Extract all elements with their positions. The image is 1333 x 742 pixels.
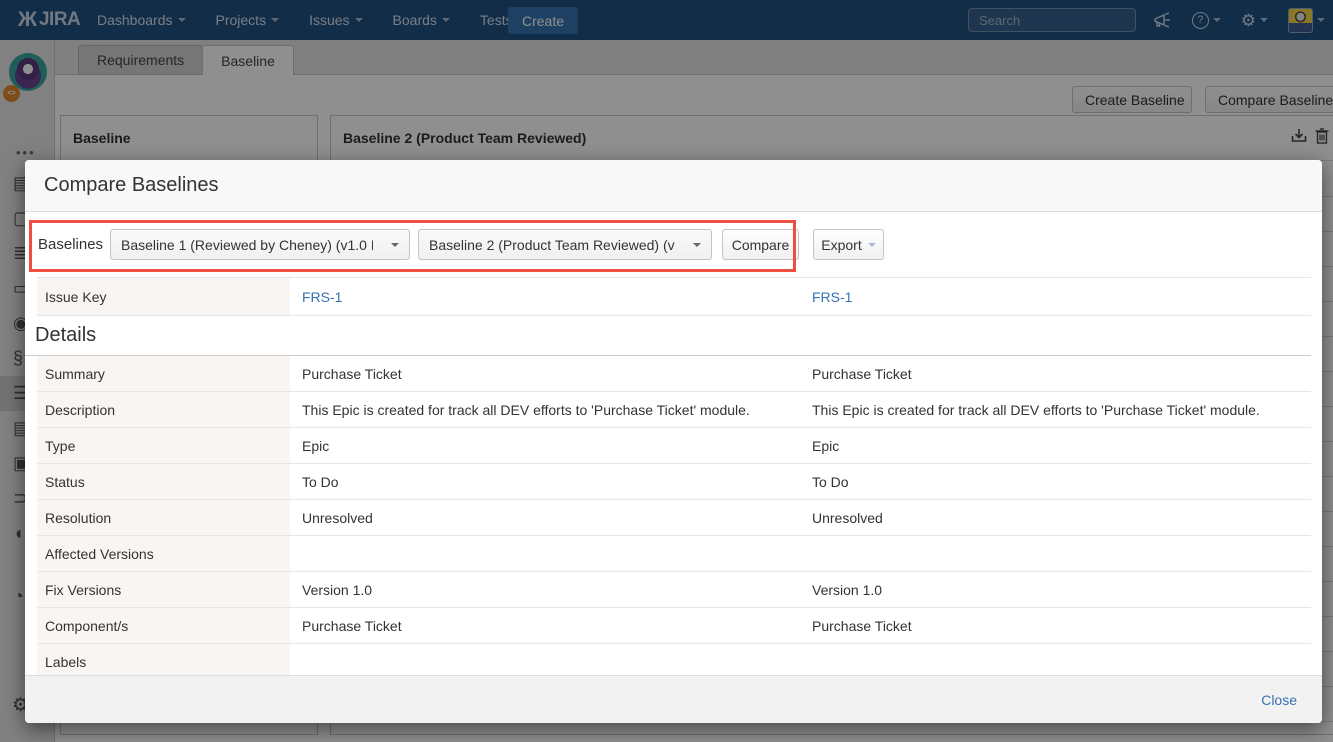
compare-button[interactable]: Compare: [722, 229, 799, 260]
row-value-baseline-1: [290, 536, 800, 571]
comparison-table: Issue Key FRS-1 FRS-1 Details Summary Pu…: [37, 277, 1311, 680]
row-value-baseline-1: Epic: [290, 428, 800, 463]
row-value-baseline-2: Purchase Ticket: [800, 356, 1311, 391]
baseline-1-select[interactable]: Baseline 1 (Reviewed by Cheney) (v1.0 I: [110, 229, 410, 260]
row-label: Component/s: [37, 608, 290, 643]
row-label: Status: [37, 464, 290, 499]
row-value-baseline-2: This Epic is created for track all DEV e…: [800, 392, 1311, 427]
table-row: Type Epic Epic: [37, 428, 1311, 464]
baselines-form-row: Baselines Baseline 1 (Reviewed by Cheney…: [25, 212, 1322, 277]
table-row: Summary Purchase Ticket Purchase Ticket: [37, 356, 1311, 392]
jira-window: Ж JIRA Dashboards Projects Issues: [0, 0, 1333, 742]
dialog-footer: Close: [25, 675, 1322, 723]
export-button-label: Export: [821, 237, 861, 253]
row-value-baseline-2: Epic: [800, 428, 1311, 463]
row-label: Issue Key: [37, 278, 290, 315]
table-row: Affected Versions: [37, 536, 1311, 572]
row-label: Fix Versions: [37, 572, 290, 607]
table-row: Component/s Purchase Ticket Purchase Tic…: [37, 608, 1311, 644]
row-value-baseline-1: Version 1.0: [290, 572, 800, 607]
row-value-baseline-2: Unresolved: [800, 500, 1311, 535]
chevron-down-icon: [391, 243, 399, 247]
row-value-baseline-1: Purchase Ticket: [290, 608, 800, 643]
row-value-baseline-2: [800, 536, 1311, 571]
table-row: Fix Versions Version 1.0 Version 1.0: [37, 572, 1311, 608]
row-value-baseline-2: Version 1.0: [800, 572, 1311, 607]
row-label: Resolution: [37, 500, 290, 535]
chevron-down-icon: [868, 243, 876, 247]
baseline-2-select[interactable]: Baseline 2 (Product Team Reviewed) (v1: [418, 229, 712, 260]
row-label: Labels: [37, 644, 290, 679]
issue-key-link[interactable]: FRS-1: [812, 289, 852, 305]
baseline-1-selected-value: Baseline 1 (Reviewed by Cheney) (v1.0 I: [121, 237, 373, 253]
row-value-baseline-1: To Do: [290, 464, 800, 499]
table-row: Description This Epic is created for tra…: [37, 392, 1311, 428]
dialog-header: Compare Baselines: [25, 160, 1322, 212]
row-value-baseline-2: Purchase Ticket: [800, 608, 1311, 643]
row-value-baseline-2: To Do: [800, 464, 1311, 499]
row-value-baseline-2: [800, 644, 1311, 679]
chevron-down-icon: [693, 243, 701, 247]
table-row: Status To Do To Do: [37, 464, 1311, 500]
row-label: Affected Versions: [37, 536, 290, 571]
compare-baselines-dialog: Compare Baselines Baselines Baseline 1 (…: [25, 160, 1322, 723]
row-label: Description: [37, 392, 290, 427]
row-value-baseline-1: [290, 644, 800, 679]
table-row-issue-key: Issue Key FRS-1 FRS-1: [37, 277, 1311, 316]
row-value-baseline-1: Purchase Ticket: [290, 356, 800, 391]
export-button[interactable]: Export: [813, 229, 884, 260]
baseline-2-selected-value: Baseline 2 (Product Team Reviewed) (v1: [429, 237, 675, 253]
details-section-title: Details: [25, 316, 1311, 356]
row-label: Summary: [37, 356, 290, 391]
baselines-label: Baselines: [38, 229, 103, 260]
close-link[interactable]: Close: [1261, 692, 1297, 708]
table-row: Resolution Unresolved Unresolved: [37, 500, 1311, 536]
dialog-title: Compare Baselines: [44, 174, 219, 197]
row-value-baseline-1: Unresolved: [290, 500, 800, 535]
issue-key-link[interactable]: FRS-1: [302, 289, 342, 305]
row-value-baseline-1: This Epic is created for track all DEV e…: [290, 392, 800, 427]
row-label: Type: [37, 428, 290, 463]
